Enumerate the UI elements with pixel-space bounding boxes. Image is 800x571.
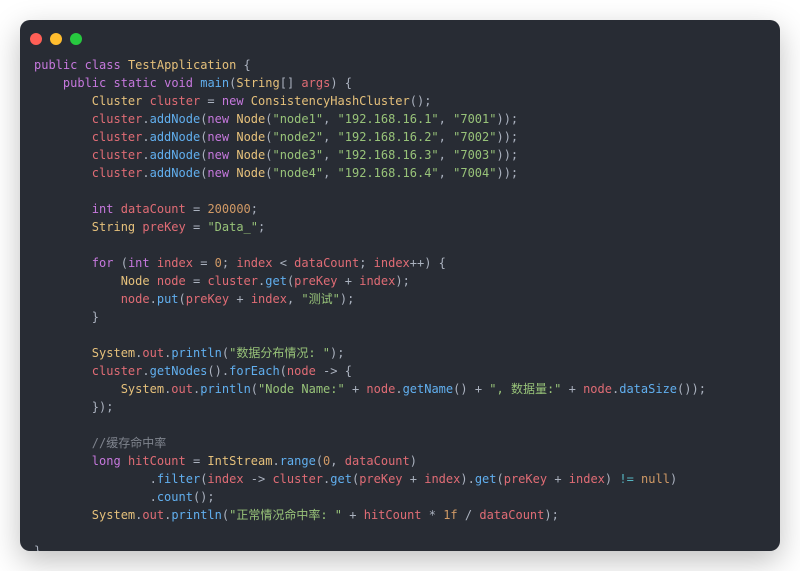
code-line [34, 326, 766, 344]
code-line: cluster.addNode(new Node("node3", "192.1… [34, 146, 766, 164]
code-line: //缓存命中率 [34, 434, 766, 452]
code-line [34, 524, 766, 542]
window-close-button[interactable] [30, 33, 42, 45]
code-line: cluster.addNode(new Node("node1", "192.1… [34, 110, 766, 128]
window-minimize-button[interactable] [50, 33, 62, 45]
code-line: for (int index = 0; index < dataCount; i… [34, 254, 766, 272]
code-line: Node node = cluster.get(preKey + index); [34, 272, 766, 290]
code-line: cluster.addNode(new Node("node4", "192.1… [34, 164, 766, 182]
code-line: cluster.addNode(new Node("node2", "192.1… [34, 128, 766, 146]
code-line: String preKey = "Data_"; [34, 218, 766, 236]
code-line: cluster.getNodes().forEach(node -> { [34, 362, 766, 380]
code-line: System.out.println("Node Name:" + node.g… [34, 380, 766, 398]
code-line: .filter(index -> cluster.get(preKey + in… [34, 470, 766, 488]
code-area[interactable]: public class TestApplication { public st… [20, 52, 780, 551]
code-line: public class TestApplication { [34, 56, 766, 74]
code-line: public static void main(String[] args) { [34, 74, 766, 92]
code-line: } [34, 308, 766, 326]
window-maximize-button[interactable] [70, 33, 82, 45]
code-line: .count(); [34, 488, 766, 506]
code-line: node.put(preKey + index, "测试"); [34, 290, 766, 308]
code-line: }); [34, 398, 766, 416]
code-line [34, 236, 766, 254]
code-line: long hitCount = IntStream.range(0, dataC… [34, 452, 766, 470]
code-line [34, 182, 766, 200]
titlebar [20, 20, 780, 52]
code-line: System.out.println("数据分布情况: "); [34, 344, 766, 362]
code-line [34, 416, 766, 434]
code-line: } [34, 542, 766, 551]
code-line: System.out.println("正常情况命中率: " + hitCoun… [34, 506, 766, 524]
code-editor-window: public class TestApplication { public st… [20, 20, 780, 551]
code-line: int dataCount = 200000; [34, 200, 766, 218]
code-line: Cluster cluster = new ConsistencyHashClu… [34, 92, 766, 110]
